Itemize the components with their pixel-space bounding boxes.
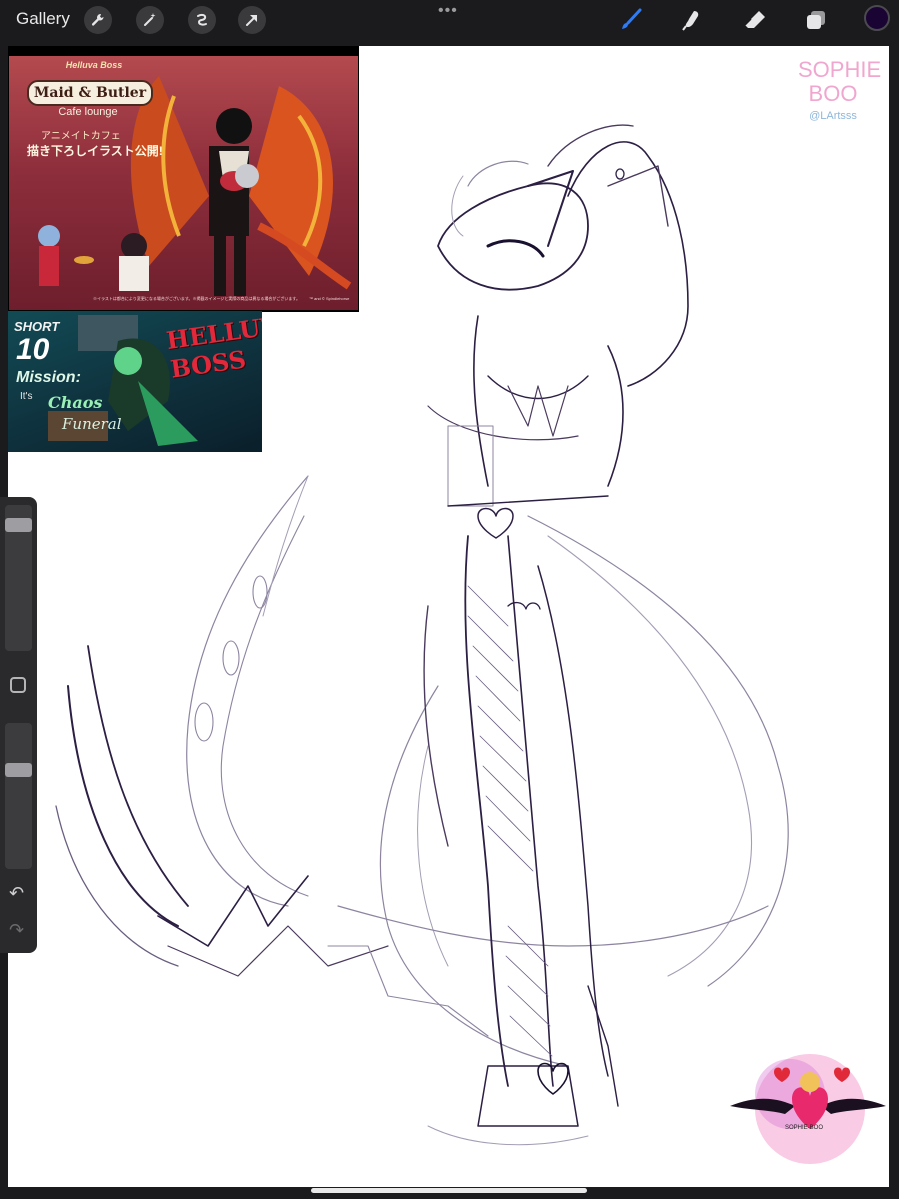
- magic-wand-icon[interactable]: [136, 6, 164, 34]
- short-label: SHORT: [14, 319, 60, 334]
- wrench-icon[interactable]: [84, 6, 112, 34]
- modify-button[interactable]: [10, 677, 26, 693]
- cafe-jp-line2: 描き下ろしイラスト公開!: [27, 144, 163, 158]
- top-toolbar: Gallery •••: [0, 0, 899, 40]
- undo-icon[interactable]: ↶: [9, 883, 24, 904]
- short-title-line2: It's: [20, 391, 33, 402]
- gallery-button[interactable]: Gallery: [16, 9, 70, 29]
- artist-handle: @LArtsss: [809, 110, 857, 122]
- artist-signature: SOPHIE BOO: [798, 57, 882, 106]
- cafe-title: Maid & Butler: [27, 80, 153, 106]
- brush-size-slider[interactable]: [5, 505, 32, 651]
- drawing-canvas[interactable]: Helluva Boss Maid & Butler Cafe lounge ア…: [8, 46, 889, 1187]
- home-indicator[interactable]: [311, 1188, 587, 1193]
- brush-size-handle[interactable]: [5, 518, 32, 532]
- cafe-footnote: ※イラストは都合により変更になる場合がございます。※掲載のイメージと実際の商品は…: [93, 296, 300, 301]
- smudge-icon[interactable]: [678, 6, 706, 34]
- reference-image-cafe[interactable]: Helluva Boss Maid & Butler Cafe lounge ア…: [8, 46, 359, 312]
- cafe-poster: Helluva Boss Maid & Butler Cafe lounge ア…: [9, 56, 358, 310]
- selection-icon[interactable]: [188, 6, 216, 34]
- transform-arrow-icon[interactable]: [238, 6, 266, 34]
- cafe-series-title: Helluva Boss: [65, 60, 123, 70]
- short-title-line3: Chaos: [48, 393, 103, 412]
- short-number: 10: [16, 333, 50, 366]
- opacity-slider[interactable]: [5, 723, 32, 869]
- emblem-art: [730, 1054, 886, 1164]
- cafe-jp-line1: アニメイトカフェ: [41, 131, 121, 142]
- eraser-icon[interactable]: [741, 6, 769, 34]
- brush-icon[interactable]: [617, 6, 645, 34]
- more-menu-dots[interactable]: •••: [438, 2, 458, 20]
- color-picker-swatch[interactable]: [864, 5, 890, 31]
- short-title-line4: Funeral: [62, 415, 122, 433]
- reference-image-short[interactable]: SHORT 10 Mission: It's Chaos Funeral HEL…: [8, 311, 262, 452]
- layers-icon[interactable]: [802, 6, 830, 34]
- left-sidebar: ↶ ↷: [0, 497, 37, 953]
- cafe-trademark: ™ and © Spindlehorse: [309, 296, 350, 301]
- emblem-text: SOPHIE-BOO: [784, 1125, 823, 1131]
- redo-icon[interactable]: ↷: [9, 920, 24, 941]
- opacity-handle[interactable]: [5, 763, 32, 777]
- cafe-subtitle: Cafe lounge: [58, 106, 118, 118]
- artist-emblem-logo: SOPHIE-BOO: [730, 1044, 886, 1174]
- signature-line2: BOO: [808, 81, 858, 106]
- signature-line1: SOPHIE: [798, 57, 882, 82]
- short-title-line1: Mission:: [16, 369, 81, 386]
